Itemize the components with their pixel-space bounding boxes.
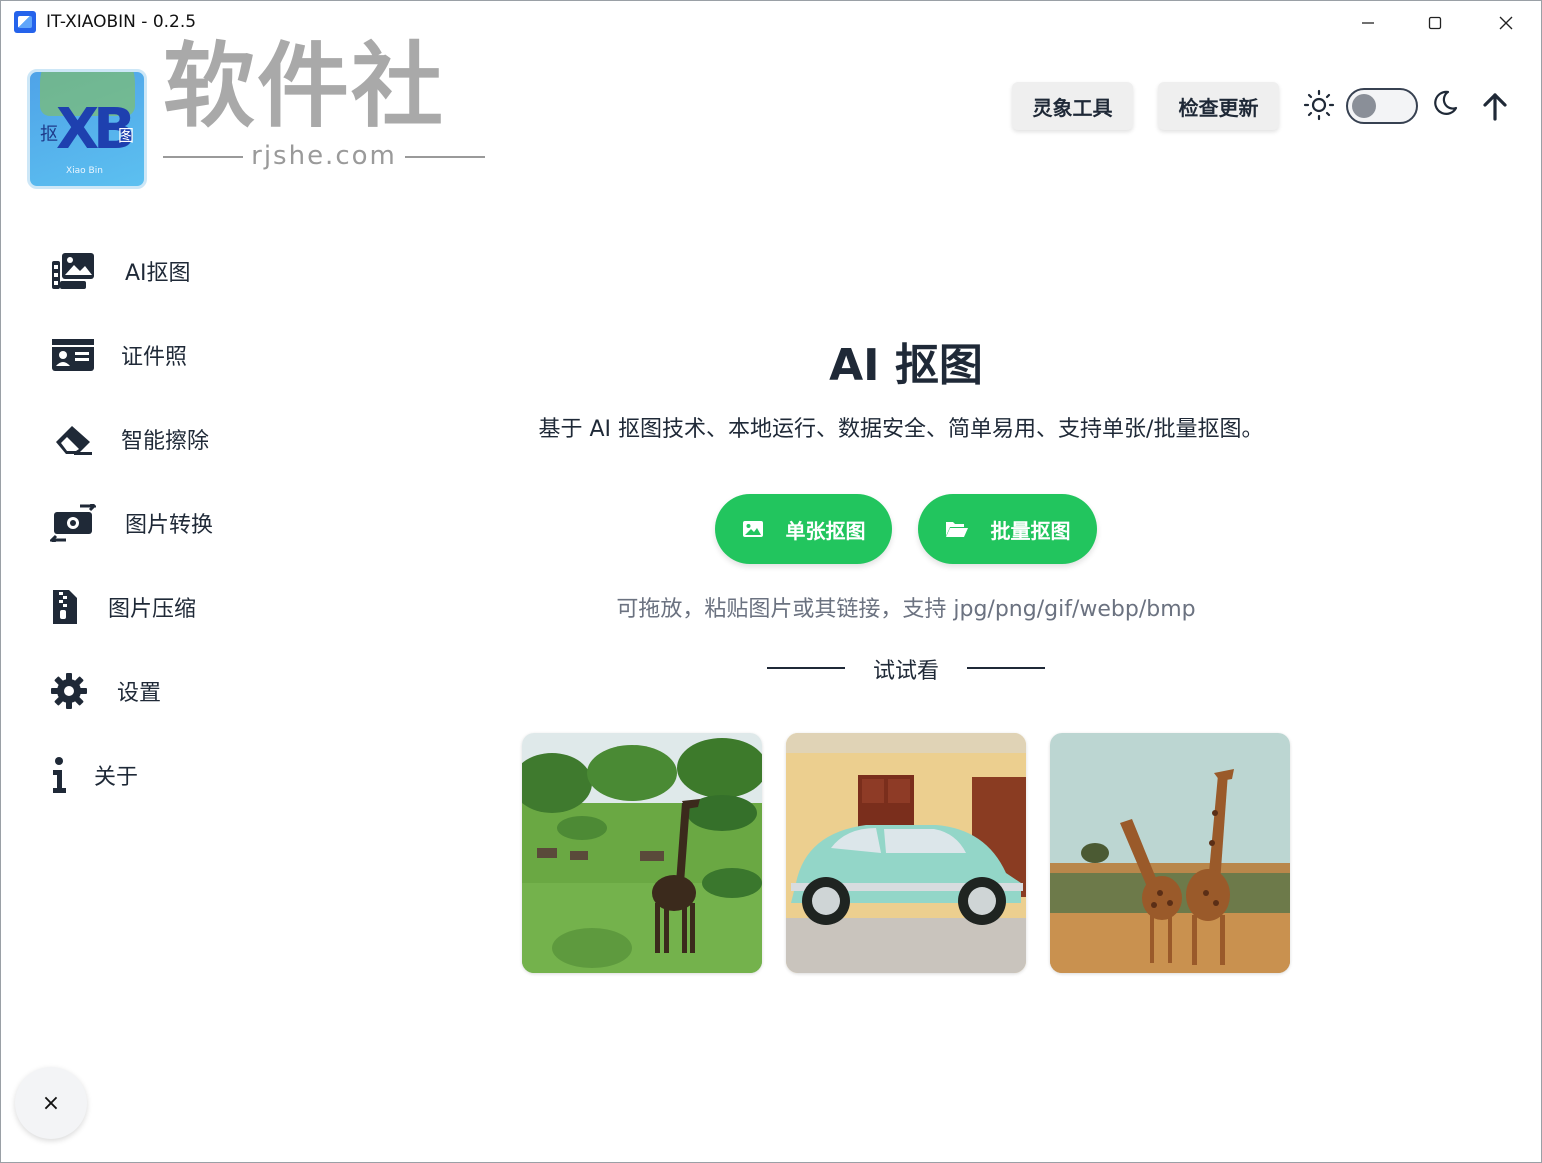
id-card-icon bbox=[49, 333, 97, 377]
sidebar-item-ai-matting[interactable]: AI抠图 bbox=[49, 246, 191, 296]
sidebar-label-image-convert: 图片转换 bbox=[125, 513, 214, 538]
photo-film-icon bbox=[49, 249, 97, 293]
sidebar-label-id-photo: 证件照 bbox=[121, 345, 188, 370]
watermark: 软件社 rjshe.com bbox=[163, 41, 485, 171]
batch-matting-label: 批量抠图 bbox=[990, 518, 1071, 543]
single-matting-label: 单张抠图 bbox=[785, 518, 866, 543]
sample-image-giraffe-savanna[interactable] bbox=[522, 733, 762, 973]
two-giraffes-thumbnail bbox=[1050, 733, 1290, 973]
logo-en: Xiao Bin bbox=[66, 166, 103, 176]
sample-image-two-giraffes[interactable] bbox=[1050, 733, 1290, 973]
giraffe-savanna-thumbnail bbox=[522, 733, 762, 973]
sidebar-label-ai-matting: AI抠图 bbox=[125, 261, 191, 286]
app-logo: 抠 XB 图 Xiao Bin bbox=[27, 69, 147, 189]
sidebar-item-about[interactable]: 关于 bbox=[49, 750, 138, 800]
batch-matting-button[interactable]: 批量抠图 bbox=[918, 494, 1097, 564]
sidebar-label-image-compress: 图片压缩 bbox=[108, 597, 197, 622]
drop-hint: 可拖放，粘贴图片或其链接，支持 jpg/png/gif/webp/bmp bbox=[616, 597, 1196, 622]
sidebar-item-settings[interactable]: 设置 bbox=[49, 666, 161, 716]
moon-icon bbox=[1434, 90, 1458, 115]
sidebar-label-settings: 设置 bbox=[117, 681, 162, 706]
tools-button[interactable]: 灵象工具 bbox=[1012, 82, 1133, 130]
theme-toggle[interactable] bbox=[1346, 88, 1418, 124]
close-icon bbox=[1499, 16, 1513, 30]
watermark-cn: 软件社 bbox=[163, 33, 446, 140]
sample-image-vintage-car[interactable] bbox=[786, 733, 1026, 973]
check-update-button[interactable]: 检查更新 bbox=[1158, 82, 1279, 130]
folder-open-icon bbox=[945, 522, 968, 537]
maximize-icon bbox=[1428, 16, 1442, 30]
page-title: AI 抠图 bbox=[829, 340, 983, 391]
sun-icon bbox=[1303, 89, 1335, 121]
app-window: IT-XIAOBIN - 0.2.5 抠 XB 图 Xiao Bin 软件社 r… bbox=[0, 0, 1542, 1163]
watermark-en: rjshe.com bbox=[163, 141, 485, 171]
eraser-icon bbox=[49, 417, 97, 461]
single-matting-button[interactable]: 单张抠图 bbox=[715, 494, 892, 564]
sidebar-item-image-convert[interactable]: 图片转换 bbox=[49, 498, 213, 548]
page-description: 基于 AI 抠图技术、本地运行、数据安全、简单易用、支持单张/批量抠图。 bbox=[538, 417, 1264, 442]
image-icon bbox=[742, 521, 763, 537]
sidebar-label-about: 关于 bbox=[94, 765, 139, 790]
file-zipper-icon bbox=[49, 585, 81, 629]
maximize-button[interactable] bbox=[1412, 7, 1458, 39]
logo-cn-right: 图 bbox=[118, 126, 135, 145]
sidebar-item-smart-erase[interactable]: 智能擦除 bbox=[49, 414, 209, 464]
vintage-car-thumbnail bbox=[786, 733, 1026, 973]
window-title: IT-XIAOBIN - 0.2.5 bbox=[46, 12, 197, 32]
minimize-button[interactable] bbox=[1345, 7, 1391, 39]
toggle-knob bbox=[1352, 94, 1376, 118]
info-icon bbox=[49, 753, 69, 797]
sidebar-item-image-compress[interactable]: 图片压缩 bbox=[49, 582, 196, 632]
minimize-icon bbox=[1362, 22, 1374, 24]
gear-icon bbox=[49, 669, 89, 713]
close-window-button[interactable] bbox=[1483, 7, 1529, 39]
money-bill-transfer-icon bbox=[49, 501, 97, 545]
sidebar-item-id-photo[interactable]: 证件照 bbox=[49, 330, 187, 380]
collapse-close-button[interactable]: × bbox=[15, 1067, 87, 1139]
sidebar-label-smart-erase: 智能擦除 bbox=[121, 429, 210, 454]
arrow-up-icon[interactable] bbox=[1481, 91, 1509, 121]
app-icon bbox=[14, 11, 36, 33]
try-it-divider: 试试看 bbox=[767, 653, 1045, 685]
